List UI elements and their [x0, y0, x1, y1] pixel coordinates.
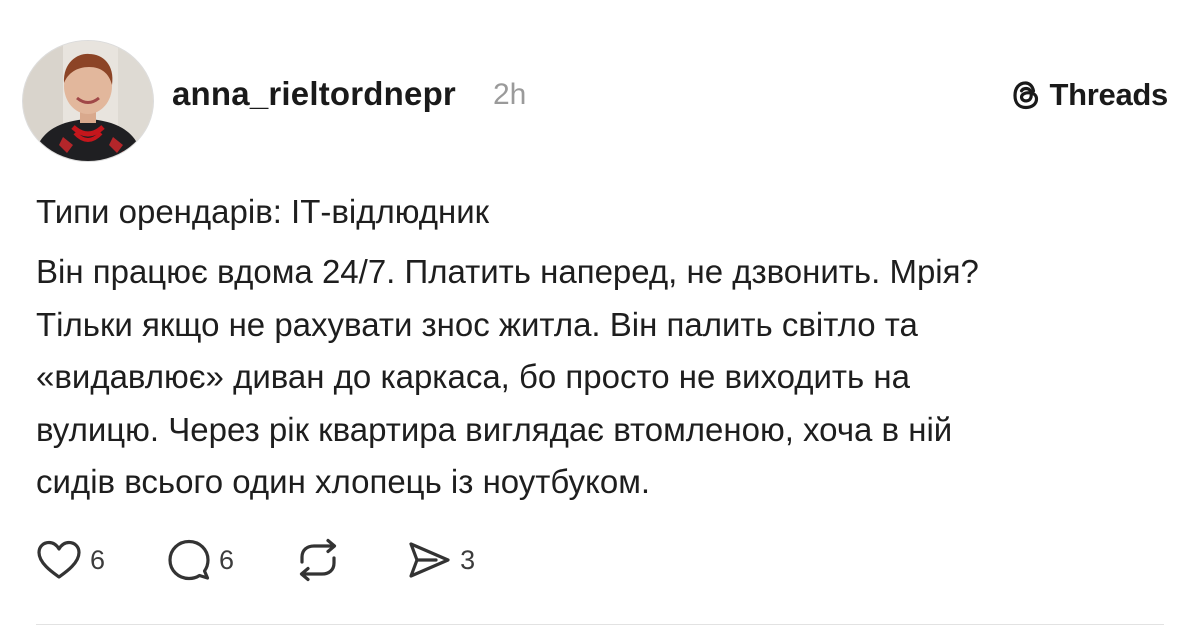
share-button[interactable]: 3 [406, 539, 475, 581]
threads-post: anna_rieltordnepr 2h Threads Типи оренда… [0, 0, 1200, 635]
threads-brand-label: Threads [1049, 77, 1169, 112]
post-actions: 6 6 3 [36, 537, 475, 583]
like-button[interactable]: 6 [36, 539, 105, 581]
post-body-line: вулицю. Через рік квартира виглядає втом… [36, 410, 953, 448]
like-count: 6 [90, 545, 106, 575]
share-count: 3 [460, 545, 476, 575]
post-body-line: Тільки якщо не рахувати знос житла. Він … [36, 305, 918, 343]
author-username[interactable]: anna_rieltordnepr [172, 74, 456, 114]
avatar-photo [23, 41, 153, 161]
post-body-line: Він працює вдома 24/7. Платить наперед, … [36, 253, 979, 290]
post-title: Типи орендарів: ІТ-відлюдник [36, 193, 490, 230]
post-body: Він працює вдома 24/7. Платить наперед, … [36, 246, 1166, 509]
threads-brand-link[interactable]: Threads [1008, 76, 1169, 114]
post-body-line: сидів всього один хлопець із ноутбуком. [36, 463, 651, 500]
send-icon [409, 542, 450, 578]
repost-button[interactable] [294, 538, 342, 582]
avatar[interactable] [22, 40, 154, 162]
comment-count: 6 [219, 545, 235, 575]
post-divider [36, 624, 1164, 625]
threads-logo-icon [1012, 81, 1038, 110]
heart-icon [37, 540, 81, 579]
post-body-line: «видавлює» диван до каркаса, бо просто н… [36, 358, 910, 395]
repost-icon [299, 538, 337, 582]
comment-button[interactable]: 6 [167, 538, 234, 582]
post-timestamp: 2h [493, 78, 527, 111]
comment-bubble-icon [168, 539, 210, 581]
